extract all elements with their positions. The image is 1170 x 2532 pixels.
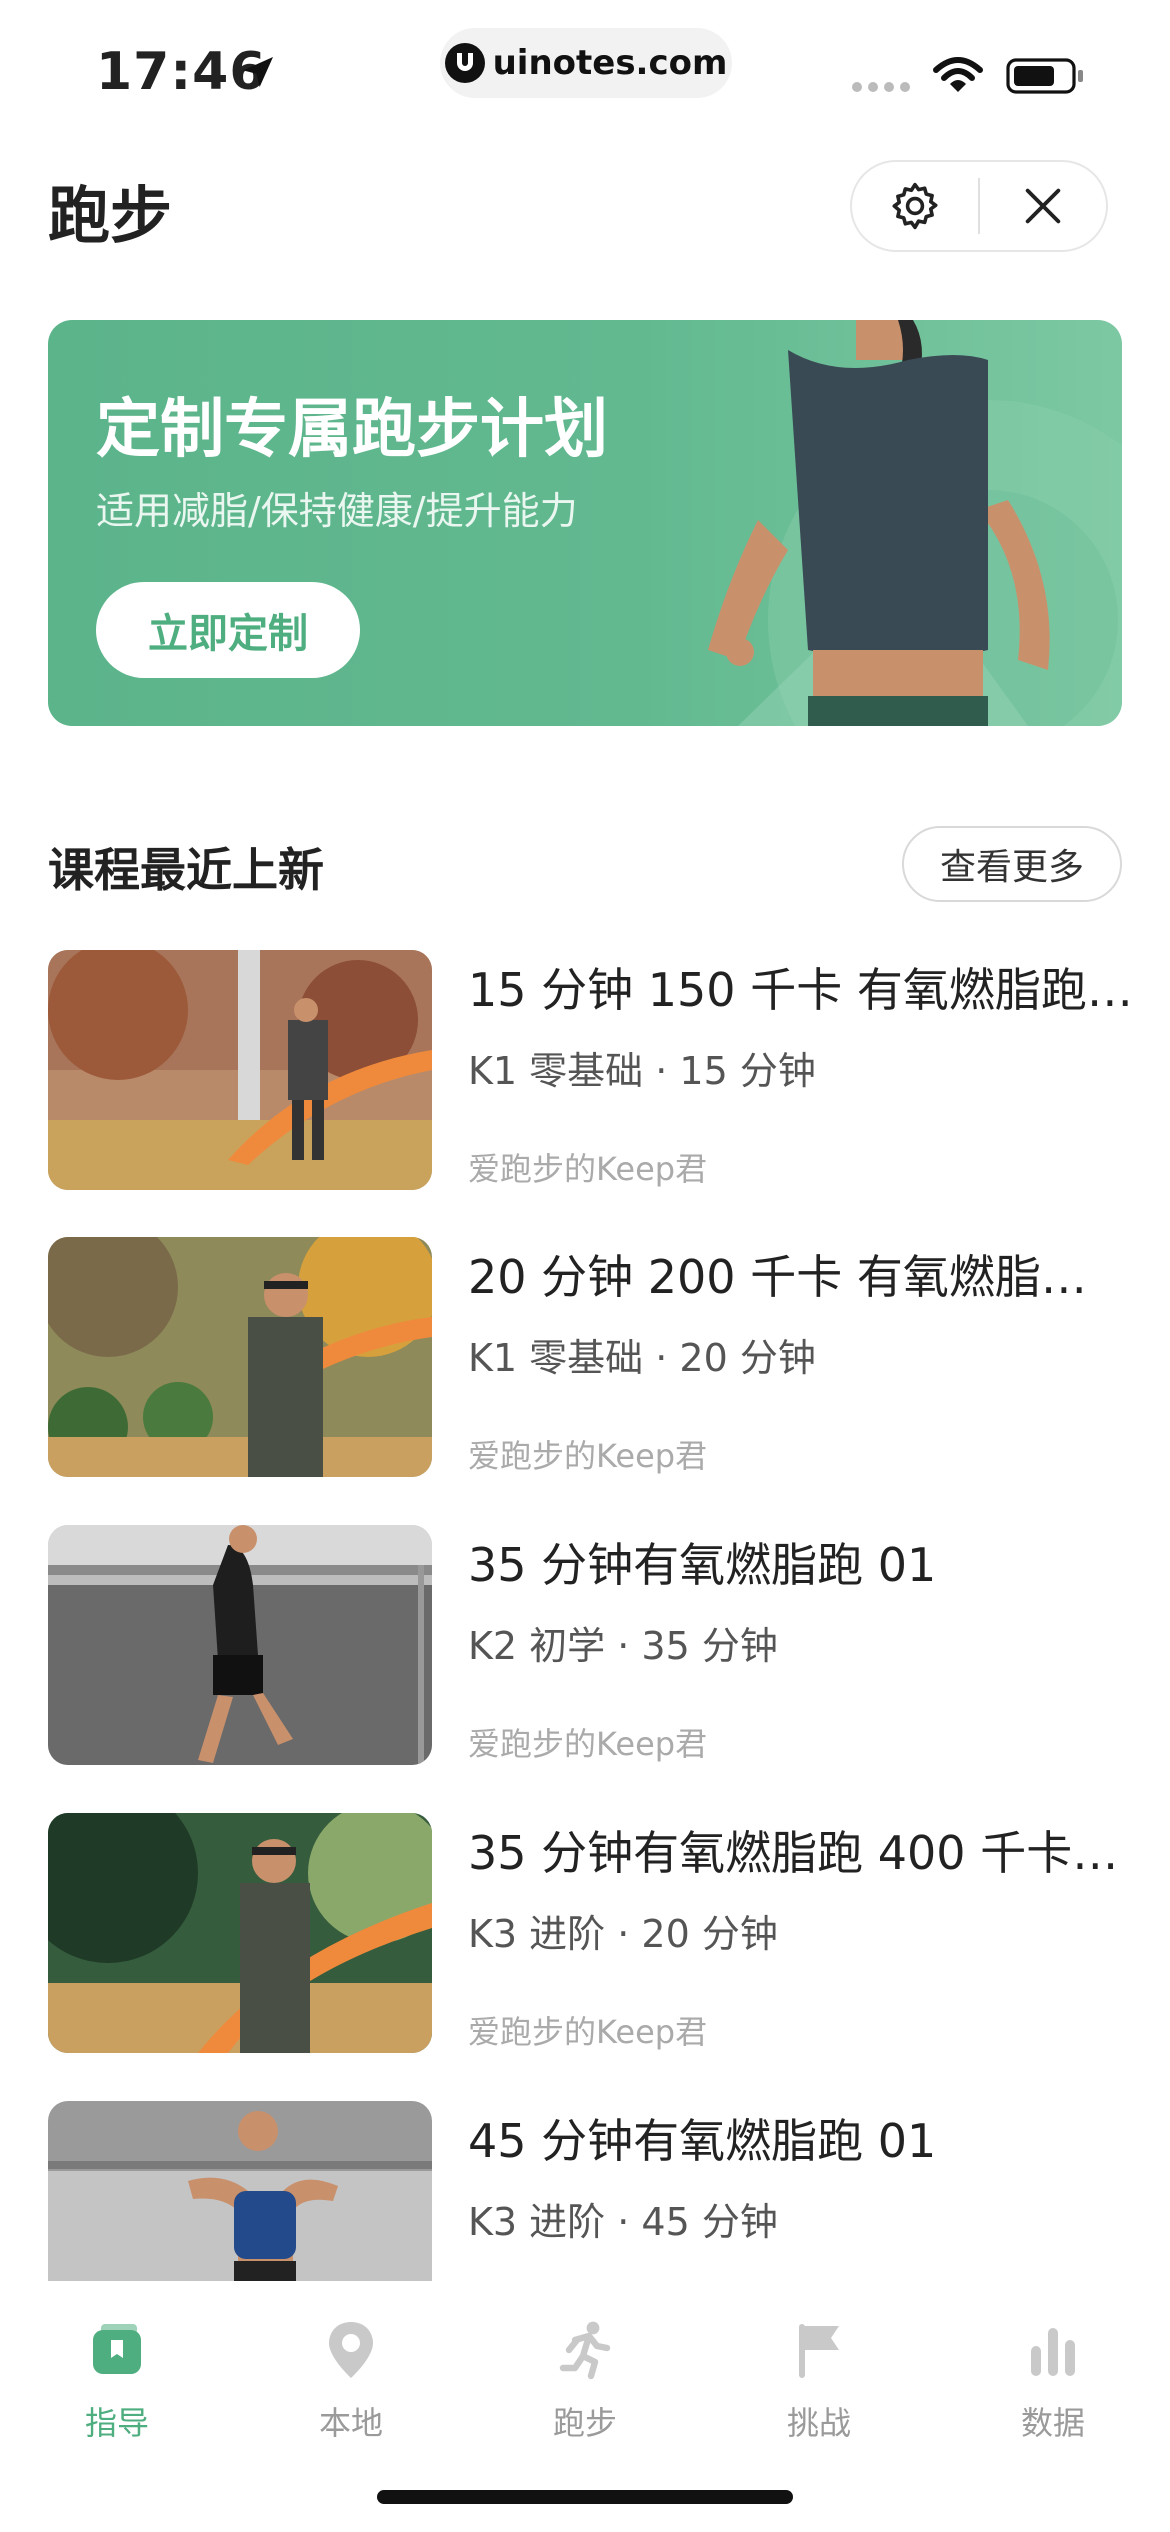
tab-label: 挑战 <box>786 2404 851 2442</box>
tab-challenge[interactable]: 挑战 <box>702 2304 936 2454</box>
section-title: 课程最近上新 <box>48 843 324 897</box>
banner-subtitle: 适用减脂/保持健康/提升能力 <box>96 489 578 533</box>
course-author: 爱跑步的Keep君 <box>468 1725 708 1763</box>
header-actions <box>850 160 1108 252</box>
flag-icon <box>799 2324 839 2378</box>
cellular-signal-icon <box>852 82 910 92</box>
tab-guide[interactable]: 指导 <box>0 2304 234 2454</box>
course-thumbnail <box>48 2101 432 2281</box>
settings-button[interactable] <box>852 162 978 250</box>
course-item[interactable]: 45 分钟有氧燃脂跑 01 K3 进阶 · 45 分钟 <box>48 2101 1170 2281</box>
status-bar: 17:46 uinotes.com <box>0 0 1170 150</box>
site-logo-icon <box>444 43 485 83</box>
course-meta: K3 进阶 · 45 分钟 <box>468 2200 778 2244</box>
tab-local[interactable]: 本地 <box>234 2304 468 2454</box>
tab-data[interactable]: 数据 <box>936 2304 1170 2454</box>
tab-label: 数据 <box>1020 2404 1085 2442</box>
course-thumbnail <box>48 1813 432 2053</box>
runner-icon <box>559 2321 611 2380</box>
course-meta: K1 零基础 · 15 分钟 <box>468 1049 816 1093</box>
battery-icon <box>1006 58 1083 94</box>
course-item[interactable]: 20 分钟 200 千卡 有氧燃脂… K1 零基础 · 20 分钟 爱跑步的Ke… <box>48 1237 1170 1477</box>
tab-label: 本地 <box>318 2404 383 2442</box>
course-title: 15 分钟 150 千卡 有氧燃脂跑… <box>468 963 1133 1017</box>
url-pill[interactable]: uinotes.com <box>440 28 732 98</box>
view-more-button[interactable]: 查看更多 <box>902 826 1122 902</box>
course-meta: K1 零基础 · 20 分钟 <box>468 1336 816 1380</box>
course-meta: K2 初学 · 35 分钟 <box>468 1624 778 1668</box>
course-thumbnail <box>48 1237 432 1477</box>
course-thumbnail <box>48 1525 432 1765</box>
course-title: 20 分钟 200 千卡 有氧燃脂… <box>468 1250 1087 1304</box>
page-title: 跑步 <box>48 179 173 252</box>
course-item[interactable]: 35 分钟有氧燃脂跑 400 千卡… K3 进阶 · 20 分钟 爱跑步的Kee… <box>48 1813 1170 2053</box>
location-arrow-icon <box>243 57 273 87</box>
bar-chart-icon <box>1031 2328 1075 2376</box>
course-item[interactable]: 15 分钟 150 千卡 有氧燃脂跑… K1 零基础 · 15 分钟 爱跑步的K… <box>48 950 1170 1190</box>
course-thumbnail <box>48 950 432 1190</box>
course-item[interactable]: 35 分钟有氧燃脂跑 01 K2 初学 · 35 分钟 爱跑步的Keep君 <box>48 1525 1170 1765</box>
runner-photo <box>708 320 1122 726</box>
course-author: 爱跑步的Keep君 <box>468 1150 708 1188</box>
url-text: uinotes.com <box>492 43 728 83</box>
wifi-icon <box>933 57 983 92</box>
gear-icon <box>892 182 938 230</box>
course-title: 35 分钟有氧燃脂跑 01 <box>468 1538 937 1592</box>
custom-plan-banner[interactable]: 定制专属跑步计划 适用减脂/保持健康/提升能力 立即定制 <box>48 320 1122 726</box>
course-author: 爱跑步的Keep君 <box>468 2013 708 2051</box>
close-button[interactable] <box>980 162 1106 250</box>
tab-label: 指导 <box>84 2404 149 2442</box>
guide-icon <box>93 2324 141 2374</box>
tab-running[interactable]: 跑步 <box>468 2304 702 2454</box>
tab-label: 跑步 <box>552 2404 617 2442</box>
close-icon <box>1025 188 1061 224</box>
location-pin-icon <box>329 2322 373 2378</box>
home-indicator[interactable] <box>377 2490 793 2504</box>
course-title: 35 分钟有氧燃脂跑 400 千卡… <box>468 1826 1119 1880</box>
customize-now-button[interactable]: 立即定制 <box>96 582 360 678</box>
banner-title: 定制专属跑步计划 <box>96 393 608 467</box>
course-title: 45 分钟有氧燃脂跑 01 <box>468 2114 937 2168</box>
course-meta: K3 进阶 · 20 分钟 <box>468 1912 778 1956</box>
course-author: 爱跑步的Keep君 <box>468 1437 708 1475</box>
